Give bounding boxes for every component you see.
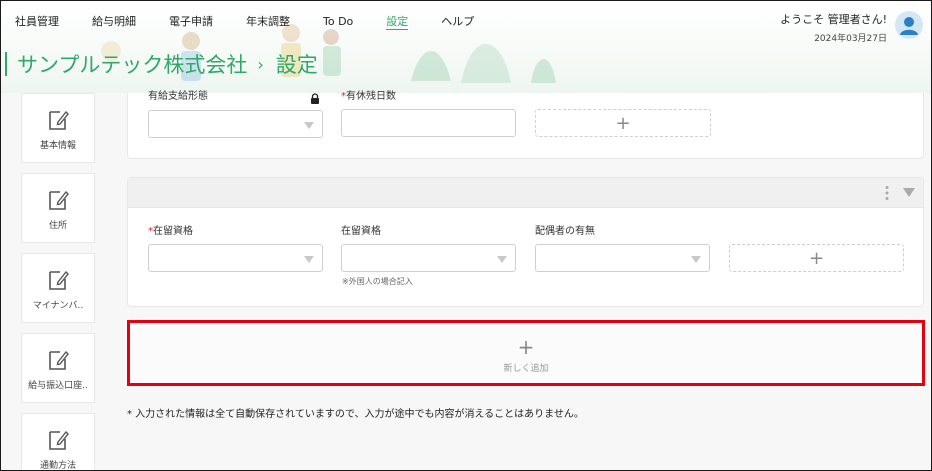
sidebar-item-address[interactable]: 住所 [21,173,95,243]
header: 社員管理 給与明細 電子申請 年末調整 To Do 設定 ヘルプ ようこそ 管理… [1,1,931,93]
nav-item-settings[interactable]: 設定 [386,15,409,30]
sidebar-item-commute[interactable]: 通勤方法 [21,413,95,471]
add-field-button[interactable]: + [535,109,711,137]
nav-item-employee[interactable]: 社員管理 [15,15,59,30]
company-name: サンプルテック株式会社 [17,53,248,77]
sidebar-item-bank-account[interactable]: 給与振込口座.. [21,333,95,403]
chevron-down-icon [497,256,507,263]
nav-item-todo[interactable]: To Do [323,15,353,30]
chevron-down-icon [304,256,314,263]
section-header [128,178,923,208]
user-icon [900,17,918,35]
spouse-label: 配偶者の有無 [535,226,595,237]
residence-section: *在留資格 在留資格 ※外国人の場合記入 配偶者の有無 + [127,177,924,307]
app-window: 社員管理 給与明細 電子申請 年末調整 To Do 設定 ヘルプ ようこそ 管理… [0,0,932,471]
nav-item-e-application[interactable]: 電子申請 [169,15,213,30]
plus-icon: + [517,335,535,359]
autosave-note: * 入力された情報は全て自動保存されていますので、入力が途中でも内容が消えること… [127,409,584,420]
sidebar-item-my-number[interactable]: マイナンバ.. [21,253,95,323]
page-name: 設定 [275,53,318,77]
paid-leave-type-label: 有給支給形態 [148,91,208,102]
collapse-icon[interactable] [903,188,915,197]
add-field-button[interactable]: + [729,244,904,272]
nav-item-help[interactable]: ヘルプ [441,15,474,30]
residence-status-2-label: 在留資格 [341,226,381,237]
breadcrumb-separator: › [257,54,264,74]
edit-icon [49,270,69,290]
sidebar-item-label: 通勤方法 [39,461,76,471]
edit-icon [49,430,69,450]
welcome-text: ようこそ 管理者さん! [780,13,887,26]
user-info: ようこそ 管理者さん! 2024年03月27日 [780,13,887,44]
title-accent-bar [5,52,7,76]
chevron-down-icon [304,122,314,129]
current-date: 2024年03月27日 [814,34,887,44]
avatar[interactable] [895,11,923,39]
paid-leave-section: 有給支給形態 *有休残日数 + [127,91,924,159]
edit-icon [49,350,69,370]
edit-icon [49,110,69,130]
nav-item-year-end[interactable]: 年末調整 [246,15,290,30]
edit-icon [49,190,69,210]
nav-item-payslip[interactable]: 給与明細 [92,15,136,30]
spouse-select[interactable] [535,244,710,272]
sidebar-item-label: 基本情報 [39,141,76,151]
paid-leave-days-label: *有休残日数 [341,91,396,103]
paid-leave-days-label-text: 有休残日数 [346,91,396,102]
chevron-down-icon [691,256,701,263]
lock-icon [311,93,319,104]
add-new-section-button[interactable]: + 新しく追加 [127,320,925,386]
sidebar: 基本情報 住所 マイナンバ.. 給与振込口座.. 通勤方法 [21,93,95,471]
sidebar-item-label: 住所 [48,221,67,231]
page-title: サンプルテック株式会社 › 設定 [1,49,318,79]
foreigner-hint: ※外国人の場合記入 [342,277,413,286]
residence-status-label-text: 在留資格 [153,226,193,237]
paid-leave-type-select[interactable] [148,110,323,138]
main-nav: 社員管理 給与明細 電子申請 年末調整 To Do 設定 ヘルプ [15,15,507,30]
sidebar-item-label: 給与振込口座.. [28,381,88,391]
paid-leave-days-input[interactable] [341,109,516,137]
more-options-icon[interactable] [885,185,889,201]
sidebar-item-label: マイナンバ.. [32,301,84,311]
sidebar-item-basic-info[interactable]: 基本情報 [21,93,95,163]
residence-status-2-select[interactable] [341,244,516,272]
add-new-label: 新しく追加 [503,364,549,374]
residence-status-select[interactable] [148,244,323,272]
residence-status-label: *在留資格 [148,226,193,238]
